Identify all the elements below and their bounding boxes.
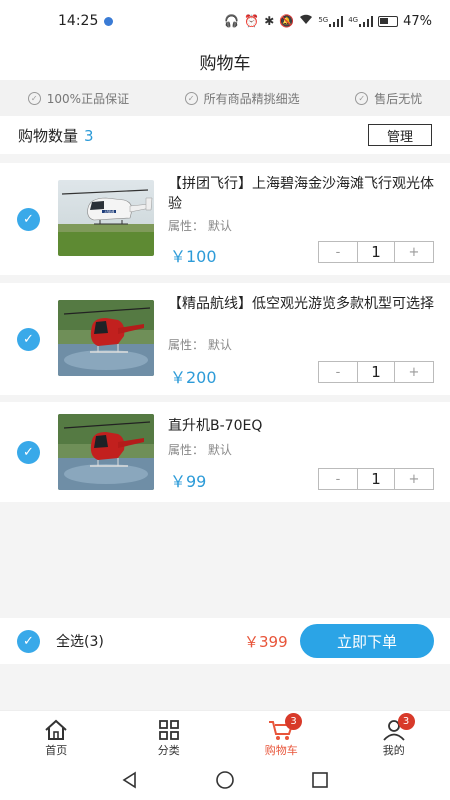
headphone-icon: 🎧	[224, 14, 240, 28]
product-image-red-helicopter[interactable]	[58, 414, 154, 490]
recents-icon[interactable]	[311, 771, 329, 793]
check-circle-icon: ✓	[184, 91, 198, 105]
quantity-stepper: - 1 +	[318, 241, 434, 263]
select-all-label[interactable]: 全选(3)	[56, 631, 104, 651]
guarantee-label: 售后无忧	[374, 91, 423, 106]
guarantee-label: 100%正品保证	[46, 91, 130, 106]
tab-home[interactable]: 首页	[0, 711, 113, 764]
helicopter-livery-text: 上海航线	[104, 210, 115, 214]
tab-category[interactable]: 分类	[113, 711, 226, 764]
quantity-value[interactable]: 1	[357, 469, 395, 489]
cart-badge: 3	[285, 713, 302, 730]
grid-icon	[158, 718, 180, 742]
item-attribute: 属性： 默认	[168, 338, 232, 352]
increase-button[interactable]: +	[395, 242, 433, 262]
quantity-stepper: - 1 +	[318, 468, 434, 490]
battery-icon	[378, 15, 399, 27]
status-time: 14:25	[58, 13, 99, 29]
bluetooth-icon: ✱	[264, 14, 275, 28]
cart-count: 3	[84, 126, 94, 145]
item-checkbox[interactable]: ✓	[17, 208, 40, 231]
home-icon	[44, 718, 68, 742]
profile-badge: 3	[397, 713, 415, 730]
increase-button[interactable]: +	[395, 469, 433, 489]
back-icon[interactable]	[121, 771, 139, 793]
header: 购物车	[0, 42, 450, 80]
mute-icon: 🔕	[279, 14, 295, 28]
notification-dot-icon	[104, 16, 114, 26]
decrease-button[interactable]: -	[319, 242, 357, 262]
guarantee-label: 所有商品精挑细选	[203, 91, 300, 106]
signal-5g-icon: 5G	[318, 15, 344, 27]
network-type-4g: 4G	[348, 15, 359, 24]
tab-cart[interactable]: 购物车 3	[225, 711, 338, 764]
quantity-value[interactable]: 1	[357, 242, 395, 262]
decrease-button[interactable]: -	[319, 362, 357, 382]
alarm-icon: ⏰	[244, 14, 260, 28]
product-image-red-helicopter[interactable]	[58, 300, 154, 376]
status-bar: 14:25 🎧 ⏰ ✱ 🔕 5G 4G 47%	[0, 0, 450, 42]
place-order-button[interactable]: 立即下单	[300, 624, 434, 658]
tab-label: 分类	[157, 743, 180, 757]
item-price: ￥99	[170, 472, 207, 491]
check-circle-icon: ✓	[355, 91, 369, 105]
check-circle-icon: ✓	[27, 91, 41, 105]
home-circle-icon[interactable]	[215, 770, 235, 794]
cart-item: ✓ 直升机B-70EQ 属性： 默认 ￥99 - 1 +	[0, 402, 450, 502]
wifi-icon	[299, 14, 313, 28]
tab-label: 购物车	[264, 743, 298, 757]
item-title[interactable]: 【拼团飞行】上海碧海金沙海滩飞行观光体验	[168, 174, 434, 214]
guarantee-item: ✓ 售后无忧	[355, 90, 422, 107]
tab-profile[interactable]: 我的 3	[338, 711, 450, 764]
quantity-stepper: - 1 +	[318, 361, 434, 383]
item-checkbox[interactable]: ✓	[17, 328, 40, 351]
tab-label: 我的	[382, 743, 405, 757]
item-attribute: 属性： 默认	[168, 219, 232, 233]
item-price: ￥100	[170, 247, 217, 266]
tab-label: 首页	[45, 743, 68, 757]
page-title: 购物车	[199, 53, 251, 74]
item-checkbox[interactable]: ✓	[17, 441, 40, 464]
guarantee-item: ✓ 所有商品精挑细选	[184, 90, 300, 107]
increase-button[interactable]: +	[395, 362, 433, 382]
item-price: ￥200	[170, 368, 217, 387]
system-nav-bar	[0, 764, 450, 800]
item-attribute: 属性： 默认	[168, 443, 232, 457]
decrease-button[interactable]: -	[319, 469, 357, 489]
signal-4g-icon: 4G	[348, 15, 374, 27]
guarantee-bar: ✓ 100%正品保证 ✓ 所有商品精挑细选 ✓ 售后无忧	[0, 80, 450, 116]
checkout-bar: ✓ 全选(3) ￥399 立即下单	[0, 618, 450, 664]
item-title[interactable]: 直升机B-70EQ	[168, 416, 434, 436]
guarantee-item: ✓ 100%正品保证	[27, 90, 130, 107]
cart-count-label: 购物数量	[18, 126, 79, 145]
bottom-tab-bar: 首页 分类 购物车 3 我的 3	[0, 710, 450, 764]
quantity-value[interactable]: 1	[357, 362, 395, 382]
select-all-checkbox[interactable]: ✓	[17, 630, 40, 653]
product-image-white-helicopter[interactable]: 上海航线	[58, 180, 154, 256]
total-price: ￥399	[244, 633, 288, 651]
manage-button[interactable]: 管理	[368, 124, 432, 146]
battery-percent: 47%	[403, 13, 432, 29]
cart-count-bar: 购物数量 3 管理	[0, 116, 450, 154]
cart-item: ✓ 上海航线 【拼团飞行】上海碧海金沙海滩飞行观光体验 属性： 默认 ￥100 …	[0, 163, 450, 275]
cart-item: ✓ 【精品航线】低空观光游览多款机型可选择 属性： 默认 ￥200 - 1 +	[0, 283, 450, 395]
item-title[interactable]: 【精品航线】低空观光游览多款机型可选择	[168, 294, 434, 314]
network-type-5g: 5G	[318, 15, 329, 24]
